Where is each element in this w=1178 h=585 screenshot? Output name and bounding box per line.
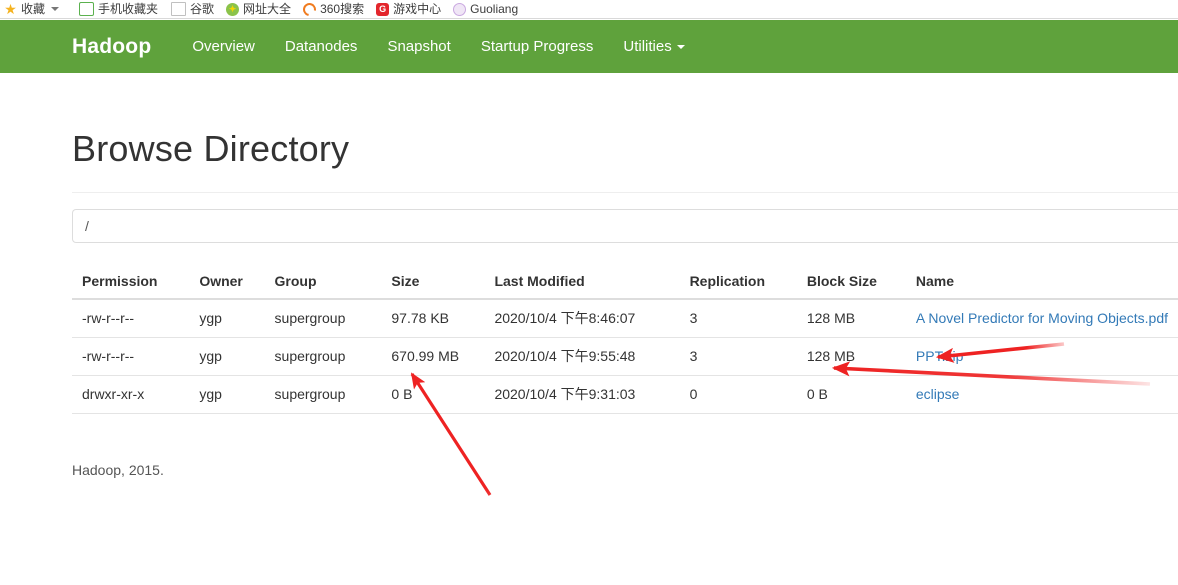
- bookmark-label: 网址大全: [243, 2, 292, 16]
- cell-owner: ygp: [189, 337, 265, 376]
- file-link[interactable]: eclipse: [916, 386, 960, 402]
- hadoop-navbar: Hadoop Overview Datanodes Snapshot Start…: [0, 20, 1178, 73]
- orange-o-icon: [300, 0, 319, 18]
- violet-circle-icon: [453, 2, 467, 16]
- bookmark-label: 收藏: [21, 2, 46, 16]
- nav-link-startup-progress[interactable]: Startup Progress: [466, 20, 609, 73]
- directory-listing-table: Permission Owner Group Size Last Modifie…: [72, 265, 1178, 414]
- cell-replication: 0: [679, 375, 797, 414]
- cell-name: A Novel Predictor for Moving Objects.pdf: [905, 299, 1178, 338]
- nav-link-utilities-label: Utilities: [623, 38, 672, 55]
- column-header-size[interactable]: Size: [381, 265, 485, 300]
- nav-link-utilities[interactable]: Utilities: [608, 20, 699, 73]
- table-row: -rw-r--r-- ygp supergroup 670.99 MB 2020…: [72, 337, 1178, 376]
- red-g-icon: G: [376, 2, 390, 16]
- green-circle-icon: ✦: [226, 2, 240, 16]
- document-icon: [171, 2, 187, 16]
- cell-replication: 3: [679, 299, 797, 338]
- cell-size: 97.78 KB: [381, 299, 485, 338]
- cell-permission: drwxr-xr-x: [72, 375, 190, 414]
- cell-last-modified: 2020/10/4 下午8:46:07: [484, 299, 680, 338]
- column-header-permission[interactable]: Permission: [72, 265, 190, 300]
- column-header-replication[interactable]: Replication: [679, 265, 797, 300]
- bookmark-item-game-center[interactable]: G 游戏中心: [376, 2, 442, 16]
- cell-owner: ygp: [189, 299, 265, 338]
- table-row: -rw-r--r-- ygp supergroup 97.78 KB 2020/…: [72, 299, 1178, 338]
- column-header-owner[interactable]: Owner: [189, 265, 265, 300]
- cell-block-size: 0 B: [796, 375, 906, 414]
- bookmark-item-hao123[interactable]: ✦ 网址大全: [226, 2, 292, 16]
- star-icon: ★: [4, 0, 17, 17]
- bookmark-item-favorites[interactable]: ★ 收藏: [4, 0, 65, 17]
- page-title: Browse Directory: [72, 128, 350, 169]
- cell-group: supergroup: [264, 337, 382, 376]
- bookmark-label: 手机收藏夹: [98, 2, 159, 16]
- brand-hadoop[interactable]: Hadoop: [72, 35, 151, 59]
- cell-permission: -rw-r--r--: [72, 299, 190, 338]
- title-divider: [72, 192, 1178, 193]
- cell-group: supergroup: [264, 375, 382, 414]
- nav-link-overview[interactable]: Overview: [177, 20, 270, 73]
- chevron-down-icon[interactable]: [51, 7, 60, 11]
- bookmark-item-mobile-favorites[interactable]: 手机收藏夹: [77, 2, 158, 16]
- bookmark-item-guoliang[interactable]: Guoliang: [453, 2, 519, 16]
- nav-link-datanodes[interactable]: Datanodes: [270, 20, 373, 73]
- page-footer: Hadoop, 2015.: [72, 462, 164, 478]
- table-row: drwxr-xr-x ygp supergroup 0 B 2020/10/4 …: [72, 375, 1178, 414]
- file-link[interactable]: A Novel Predictor for Moving Objects.pdf: [916, 310, 1168, 326]
- chevron-down-icon: [676, 45, 685, 50]
- cell-group: supergroup: [264, 299, 382, 338]
- cell-last-modified: 2020/10/4 下午9:55:48: [484, 337, 680, 376]
- cell-owner: ygp: [189, 375, 265, 414]
- table-header-row: Permission Owner Group Size Last Modifie…: [72, 265, 1178, 300]
- table-body: -rw-r--r-- ygp supergroup 97.78 KB 2020/…: [72, 299, 1178, 414]
- cell-name: PPT.zip: [905, 337, 1178, 376]
- cell-block-size: 128 MB: [796, 299, 906, 338]
- bookmark-item-360-search[interactable]: 360搜索: [300, 0, 365, 18]
- table-header: Permission Owner Group Size Last Modifie…: [72, 265, 1178, 300]
- directory-path-input[interactable]: [72, 209, 1178, 243]
- column-header-group[interactable]: Group: [264, 265, 382, 300]
- bookmark-label: 360搜索: [320, 2, 365, 16]
- column-header-last-modified[interactable]: Last Modified: [484, 265, 680, 300]
- phone-icon: [79, 2, 95, 16]
- page-container: Browse Directory Permission Owner Group …: [72, 73, 1178, 478]
- column-header-name[interactable]: Name: [905, 265, 1178, 300]
- nav-link-snapshot[interactable]: Snapshot: [372, 20, 465, 73]
- cell-replication: 3: [679, 337, 797, 376]
- cell-permission: -rw-r--r--: [72, 337, 190, 376]
- cell-size: 0 B: [381, 375, 485, 414]
- bookmark-item-google[interactable]: 谷歌: [170, 2, 214, 16]
- bookmark-label: 游戏中心: [393, 2, 442, 16]
- cell-size: 670.99 MB: [381, 337, 485, 376]
- bookmark-label: 谷歌: [190, 2, 215, 16]
- column-header-block-size[interactable]: Block Size: [796, 265, 906, 300]
- browser-bookmark-bar: ★ 收藏 手机收藏夹 谷歌 ✦ 网址大全 360搜索 G 游戏中心 Guolia…: [0, 0, 1178, 19]
- cell-name: eclipse: [905, 375, 1178, 414]
- cell-last-modified: 2020/10/4 下午9:31:03: [484, 375, 680, 414]
- cell-block-size: 128 MB: [796, 337, 906, 376]
- file-link[interactable]: PPT.zip: [916, 348, 963, 364]
- bookmark-label: Guoliang: [470, 2, 519, 16]
